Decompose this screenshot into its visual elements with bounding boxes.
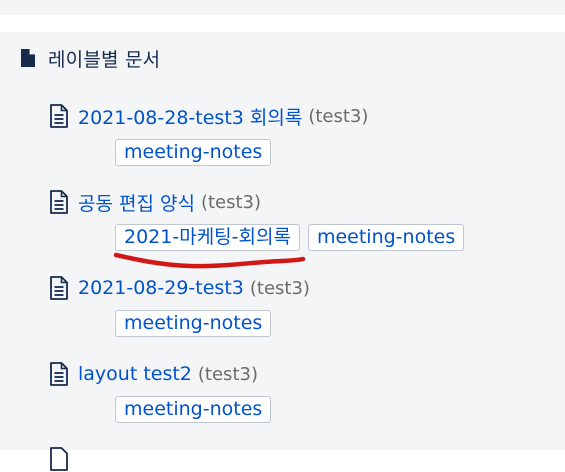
label-list: meeting-notes [115, 396, 279, 423]
label-tag[interactable]: meeting-notes [115, 139, 272, 166]
panel-title: 레이블별 문서 [48, 48, 161, 71]
page-icon [50, 362, 68, 386]
document-link[interactable]: 공동 편집 양식 [78, 189, 195, 216]
page-icon [50, 104, 68, 128]
label-tag[interactable]: meeting-notes [307, 224, 465, 251]
document-space: (test3) [197, 363, 258, 385]
page-icon [50, 447, 68, 471]
document-item: 2021-08-29-test3 (test3) [49, 275, 310, 301]
label-tag[interactable]: meeting-notes [115, 396, 272, 423]
page-icon [50, 190, 68, 214]
document-space: (test3) [308, 105, 369, 127]
label-list: meeting-notes [115, 310, 279, 337]
document-link[interactable]: 2021-08-29-test3 [78, 277, 244, 299]
document-item: layout test2 (test3) [49, 361, 258, 387]
document-link[interactable]: layout test2 [78, 363, 192, 385]
label-list: meeting-notes [115, 139, 279, 166]
document-space: (test3) [200, 191, 262, 213]
red-underline-annotation [113, 252, 306, 269]
panel-header: 레이블별 문서 [21, 45, 160, 71]
page-icon [50, 276, 68, 300]
document-link[interactable]: 2021-08-28-test3 회의록 [78, 103, 302, 130]
label-tag[interactable]: meeting-notes [115, 310, 272, 337]
document-item: 공동 편집 양식 (test3) [49, 189, 261, 215]
previous-section-panel [0, 0, 565, 15]
document-space: (test3) [249, 277, 310, 299]
document-item: 2021-08-28-test3 회의록 (test3) [49, 103, 368, 129]
document-icon [21, 49, 35, 67]
